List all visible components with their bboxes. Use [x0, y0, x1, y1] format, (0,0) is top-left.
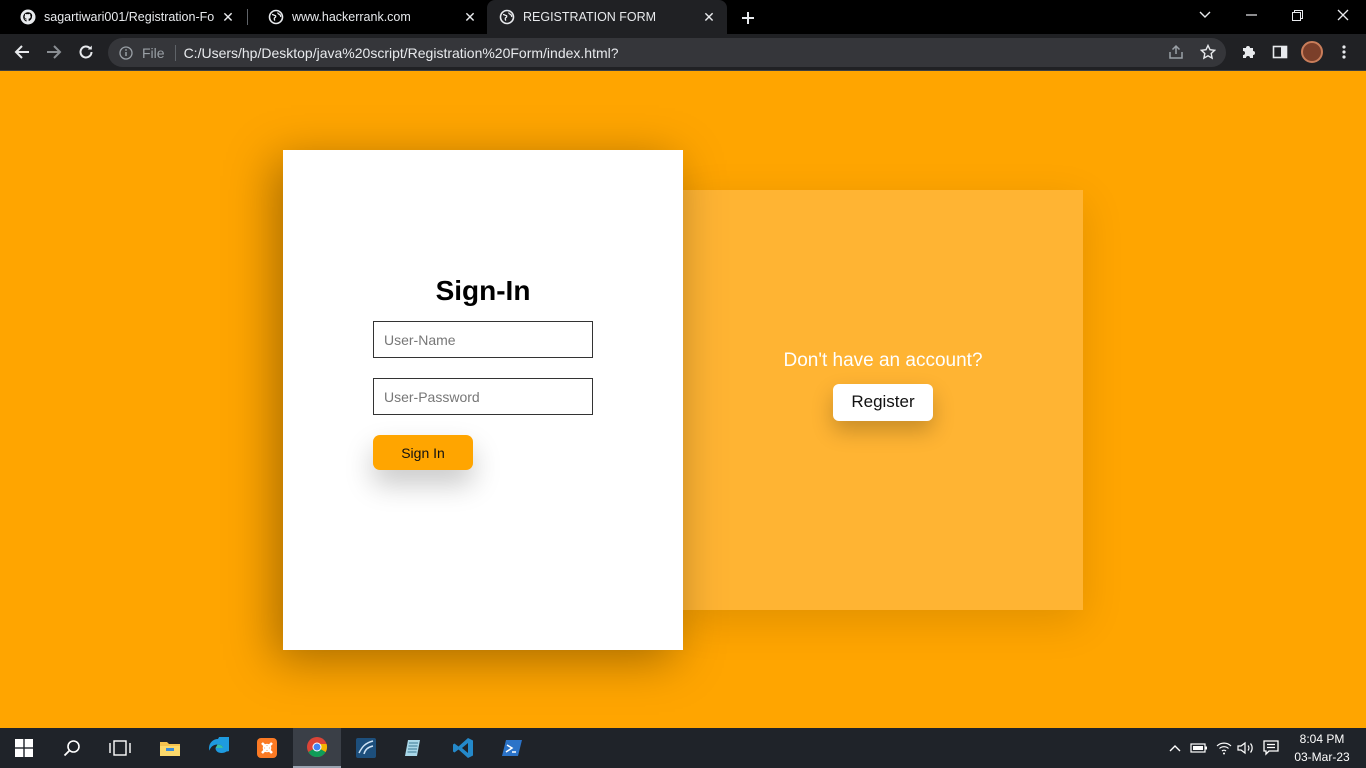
- volume-icon[interactable]: [1236, 738, 1256, 758]
- reload-icon[interactable]: [72, 38, 100, 66]
- close-icon[interactable]: ✕: [701, 9, 717, 25]
- more-menu-icon[interactable]: [1330, 38, 1358, 66]
- notepad-icon[interactable]: [390, 728, 438, 768]
- close-window-icon[interactable]: [1320, 0, 1366, 30]
- tab-hackerrank[interactable]: www.hackerrank.com ✕: [248, 0, 488, 34]
- minimize-icon[interactable]: [1228, 0, 1274, 30]
- new-tab-icon[interactable]: [737, 7, 759, 29]
- wifi-icon[interactable]: [1214, 738, 1234, 758]
- scheme-label: File: [142, 44, 165, 61]
- register-prompt: Don't have an account?: [783, 349, 983, 371]
- password-input[interactable]: [373, 378, 593, 415]
- side-panel-icon[interactable]: [1266, 38, 1294, 66]
- extensions-puzzle-icon[interactable]: [1234, 38, 1262, 66]
- task-view-icon[interactable]: [96, 728, 144, 768]
- signin-card: Sign-In Sign In: [283, 150, 683, 650]
- show-hidden-icons-chevron-icon[interactable]: [1165, 738, 1185, 758]
- tab-title: REGISTRATION FORM: [523, 10, 657, 24]
- globe-icon: [268, 9, 284, 25]
- back-arrow-icon[interactable]: [8, 38, 36, 66]
- signin-title: Sign-In: [435, 275, 531, 306]
- mysql-workbench-icon[interactable]: [342, 728, 390, 768]
- edge-icon[interactable]: [194, 728, 242, 768]
- chrome-icon[interactable]: [293, 728, 341, 768]
- address-url[interactable]: C:/Users/hp/Desktop/java%20script/Regist…: [184, 45, 619, 61]
- page-viewport: Don't have an account? Register Sign-In …: [0, 71, 1366, 728]
- tab-strip: sagartiwari001/Registration-Form ✕ www.h…: [0, 0, 1366, 34]
- search-icon[interactable]: [48, 728, 96, 768]
- taskbar-clock[interactable]: 8:04 PM 03-Mar-23: [1288, 731, 1356, 765]
- profile-avatar[interactable]: [1301, 41, 1323, 63]
- github-icon: [20, 9, 36, 25]
- start-icon[interactable]: [0, 728, 48, 768]
- address-divider: [174, 44, 176, 61]
- browser-toolbar: File C:/Users/hp/Desktop/java%20script/R…: [0, 34, 1366, 71]
- info-icon[interactable]: [119, 45, 133, 60]
- tab-registration-form[interactable]: REGISTRATION FORM ✕: [487, 0, 727, 34]
- clock-date: 03-Mar-23: [1294, 750, 1350, 764]
- address-bar[interactable]: File C:/Users/hp/Desktop/java%20script/R…: [108, 38, 1226, 67]
- globe-icon: [499, 9, 515, 25]
- register-panel: Don't have an account? Register: [683, 190, 1083, 610]
- username-input[interactable]: [373, 321, 593, 358]
- bookmark-star-icon[interactable]: [1194, 38, 1222, 66]
- signin-button[interactable]: Sign In: [373, 435, 473, 470]
- tab-search-chevron-icon[interactable]: [1182, 0, 1228, 30]
- battery-icon[interactable]: [1189, 738, 1209, 758]
- close-icon[interactable]: ✕: [220, 9, 236, 25]
- taskbar: 8:04 PM 03-Mar-23: [0, 728, 1366, 768]
- file-explorer-icon[interactable]: [146, 728, 194, 768]
- forward-arrow-icon[interactable]: [40, 38, 68, 66]
- vscode-icon[interactable]: [439, 728, 487, 768]
- close-icon[interactable]: ✕: [462, 9, 478, 25]
- register-button[interactable]: Register: [833, 383, 933, 421]
- tab-title: www.hackerrank.com: [292, 10, 411, 24]
- notification-icon[interactable]: [1261, 738, 1281, 758]
- share-icon[interactable]: [1162, 38, 1190, 66]
- restore-icon[interactable]: [1274, 0, 1320, 30]
- powershell-icon[interactable]: [488, 728, 536, 768]
- tab-github[interactable]: sagartiwari001/Registration-Form ✕: [0, 0, 246, 34]
- clock-time: 8:04 PM: [1299, 732, 1345, 746]
- xampp-icon[interactable]: [243, 728, 291, 768]
- tab-title: sagartiwari001/Registration-Form: [44, 10, 214, 24]
